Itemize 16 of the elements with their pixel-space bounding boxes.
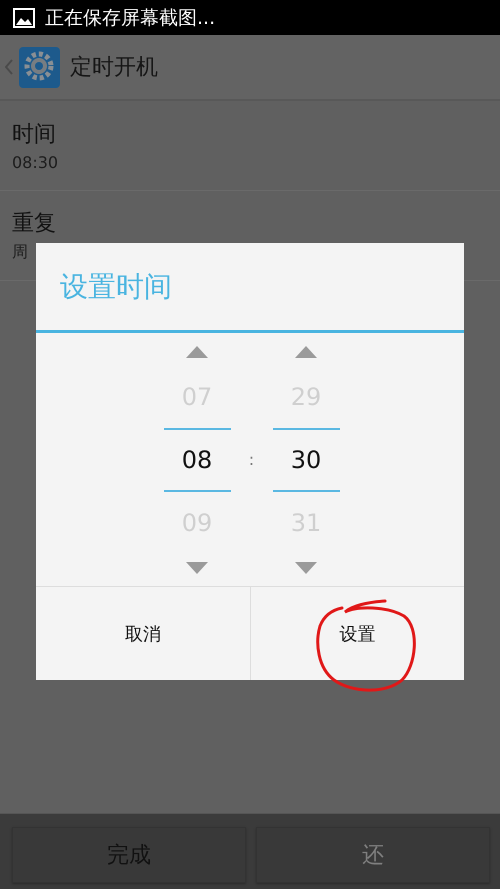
- back-chevron-icon[interactable]: [5, 59, 13, 75]
- down-arrow-icon[interactable]: [295, 562, 317, 574]
- time-separator: :: [248, 450, 256, 469]
- screen-title: 定时开机: [70, 54, 158, 82]
- picker-current-value[interactable]: 08: [182, 430, 212, 490]
- down-arrow-icon[interactable]: [186, 562, 208, 574]
- up-arrow-icon[interactable]: [295, 346, 317, 358]
- setting-value: 08:30: [12, 153, 60, 172]
- image-icon: [13, 8, 35, 28]
- up-arrow-icon[interactable]: [186, 346, 208, 358]
- gear-icon: [19, 46, 60, 88]
- picker-current-value[interactable]: 30: [290, 430, 322, 490]
- setting-label: 重复: [12, 210, 57, 238]
- setting-value: 周: [12, 242, 29, 263]
- notification-text: 正在保存屏幕截图...: [45, 6, 216, 30]
- setting-label: 时间: [12, 121, 57, 149]
